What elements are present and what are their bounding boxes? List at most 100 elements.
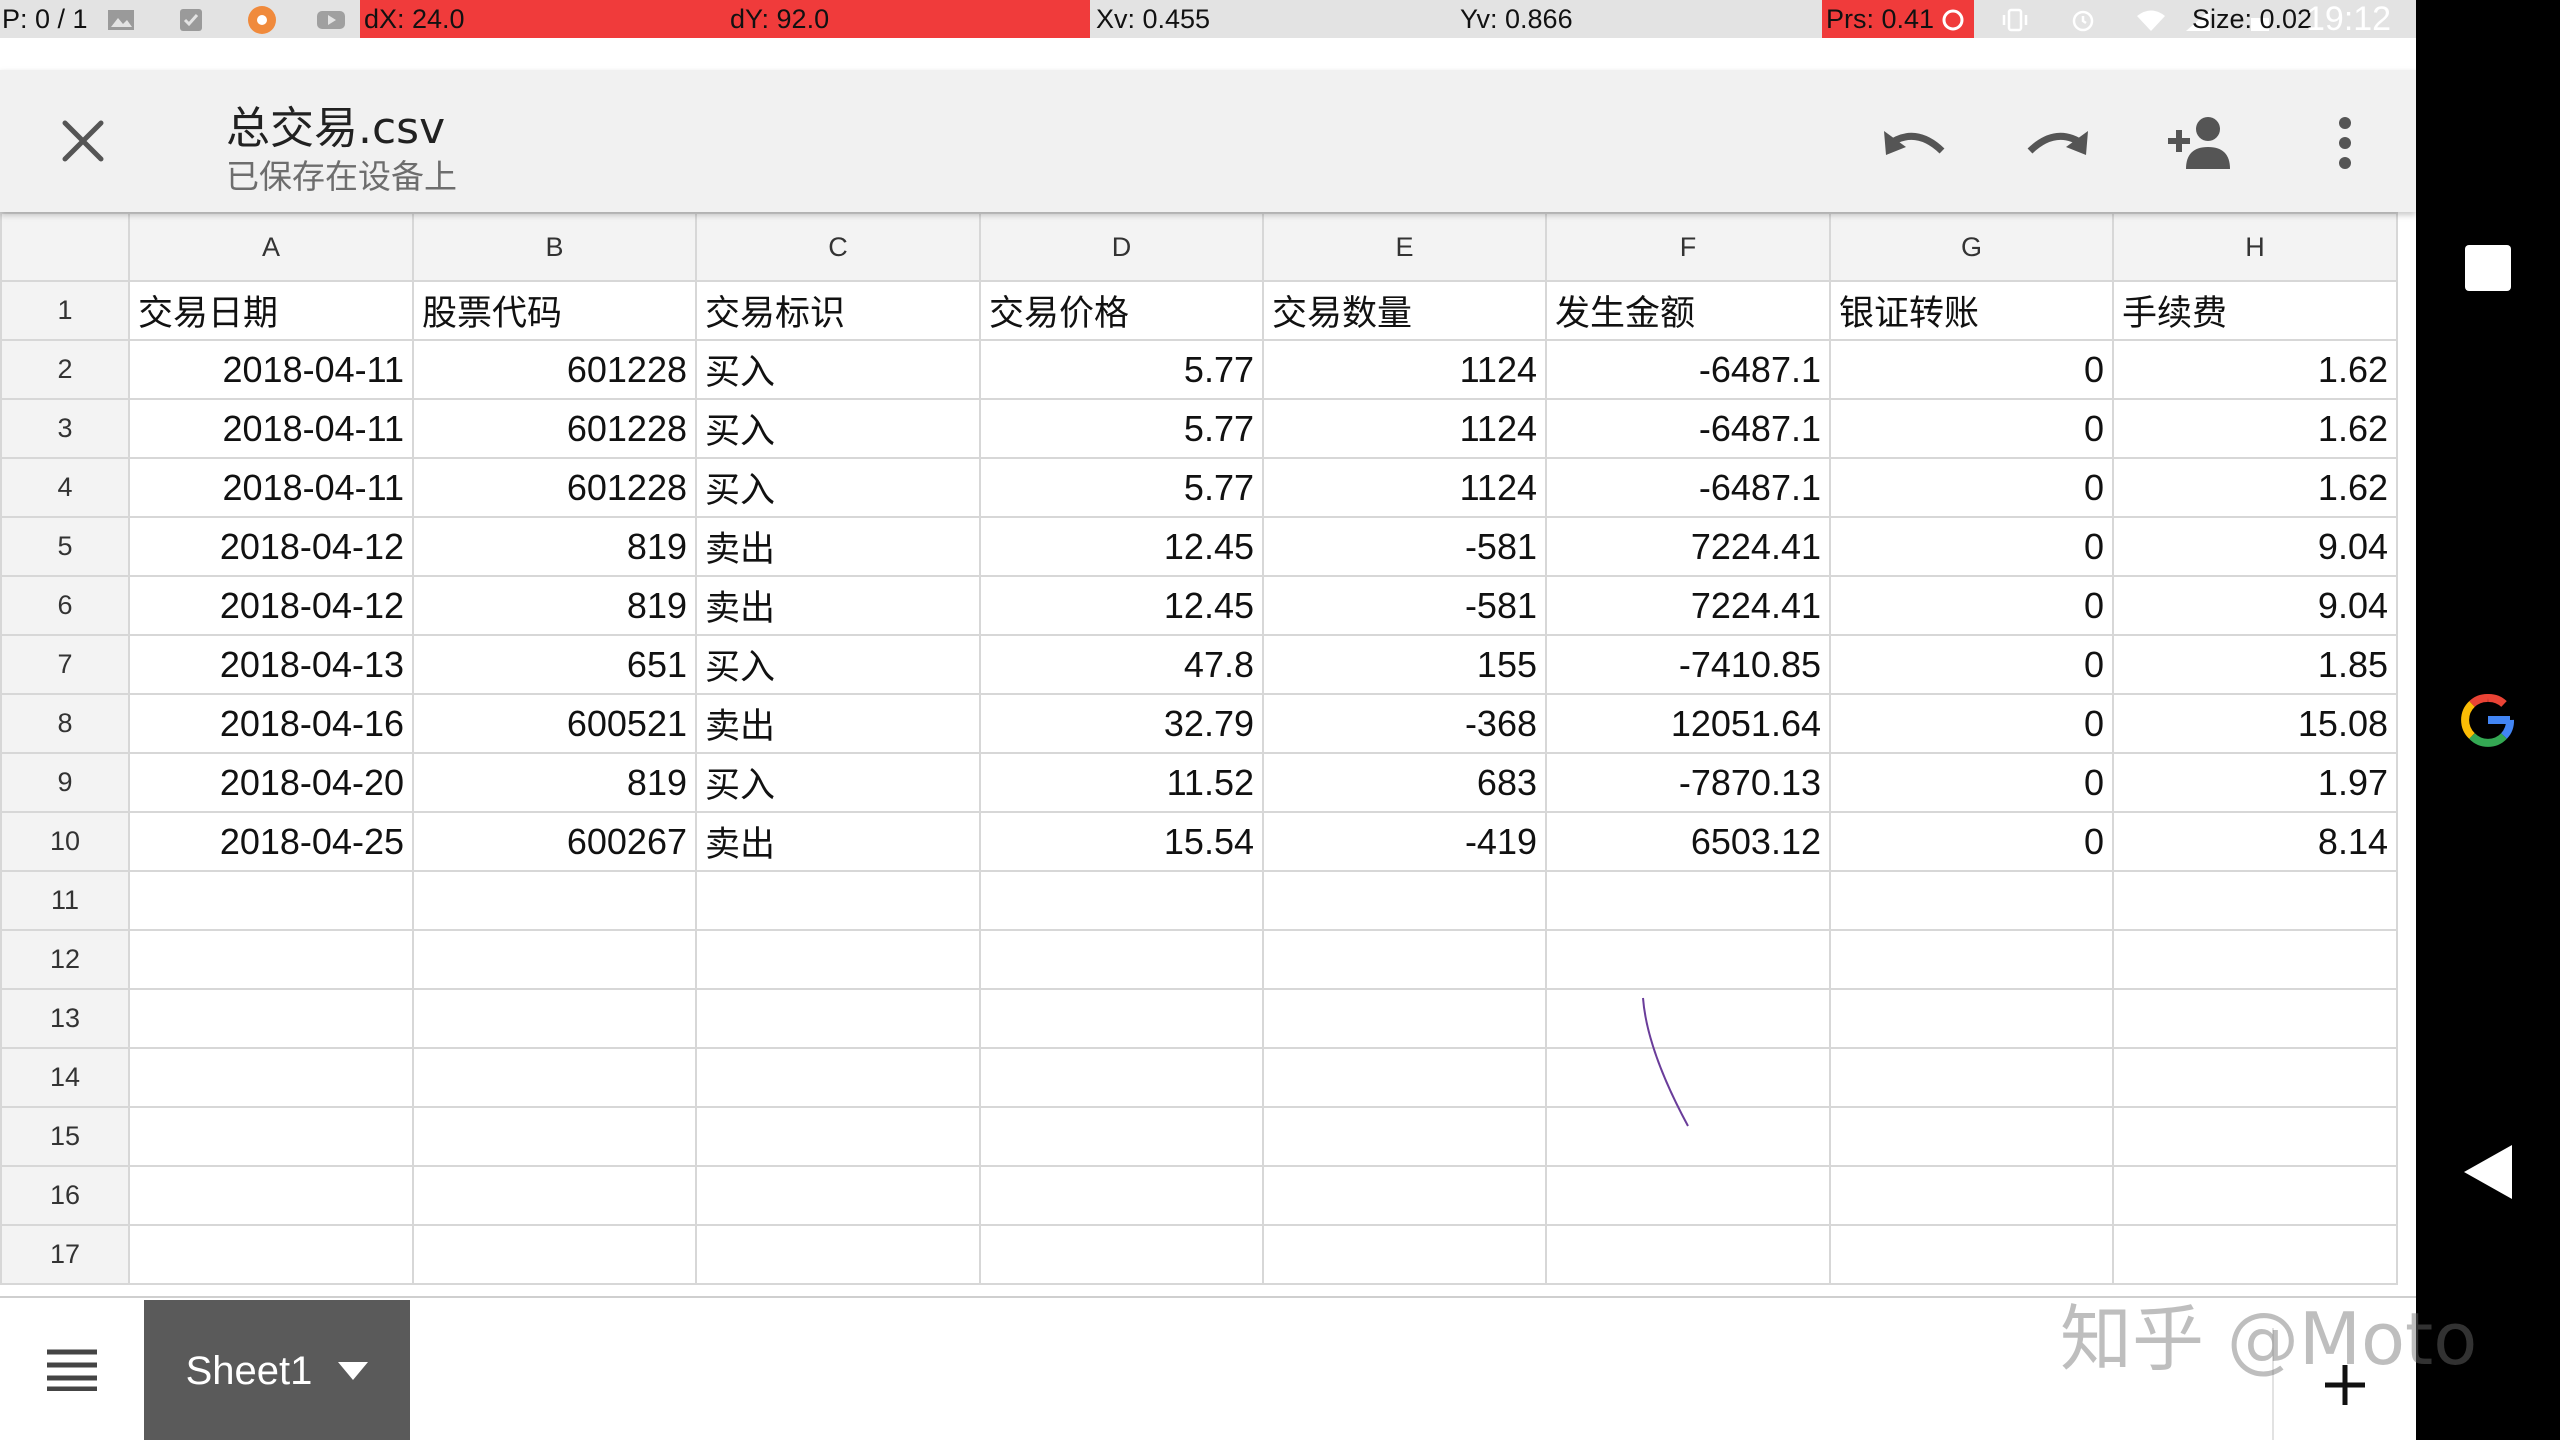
row-header[interactable]: 5	[0, 516, 130, 577]
cell[interactable]: 32.79	[979, 693, 1264, 754]
cell[interactable]: 2018-04-20	[128, 752, 414, 813]
empty-cell[interactable]	[412, 1106, 697, 1167]
sheet-tab-sheet1[interactable]: Sheet1	[144, 1300, 410, 1440]
row-header[interactable]: 4	[0, 457, 130, 518]
empty-cell[interactable]	[1262, 1165, 1547, 1226]
empty-cell[interactable]	[128, 929, 414, 990]
empty-cell[interactable]	[1829, 929, 2114, 990]
empty-cell[interactable]	[695, 1106, 981, 1167]
cell[interactable]: 卖出	[695, 811, 981, 872]
cell[interactable]: 0	[1829, 457, 2114, 518]
empty-cell[interactable]	[128, 1047, 414, 1108]
dropdown-triangle-icon[interactable]	[338, 1362, 369, 1380]
cell[interactable]: -581	[1262, 516, 1547, 577]
cell[interactable]: 1.97	[2112, 752, 2398, 813]
empty-cell[interactable]	[1545, 1106, 1831, 1167]
empty-cell[interactable]	[1829, 1165, 2114, 1226]
empty-cell[interactable]	[1262, 988, 1547, 1049]
empty-cell[interactable]	[2112, 988, 2398, 1049]
empty-cell[interactable]	[128, 870, 414, 931]
cell[interactable]: -368	[1262, 693, 1547, 754]
empty-cell[interactable]	[412, 929, 697, 990]
row-header[interactable]: 8	[0, 693, 130, 754]
empty-cell[interactable]	[979, 870, 1264, 931]
empty-cell[interactable]	[412, 1047, 697, 1108]
add-sheet-button[interactable]	[2272, 1328, 2416, 1440]
cell[interactable]: 0	[1829, 339, 2114, 400]
cell[interactable]: 601228	[412, 339, 697, 400]
cell[interactable]: -581	[1262, 575, 1547, 636]
empty-cell[interactable]	[1545, 1047, 1831, 1108]
cell[interactable]: 47.8	[979, 634, 1264, 695]
cell[interactable]: 0	[1829, 752, 2114, 813]
empty-cell[interactable]	[1829, 870, 2114, 931]
cell[interactable]: 11.52	[979, 752, 1264, 813]
cell[interactable]: 0	[1829, 516, 2114, 577]
cell[interactable]: 卖出	[695, 693, 981, 754]
redo-button[interactable]	[2014, 100, 2100, 186]
sheets-list-button[interactable]	[36, 1334, 108, 1406]
cell[interactable]: 1.62	[2112, 457, 2398, 518]
row-header[interactable]: 14	[0, 1047, 130, 1108]
empty-cell[interactable]	[412, 988, 697, 1049]
empty-cell[interactable]	[1829, 1047, 2114, 1108]
cell[interactable]: 买入	[695, 752, 981, 813]
cell[interactable]: 2018-04-11	[128, 457, 414, 518]
cell[interactable]: 0	[1829, 634, 2114, 695]
row-header[interactable]: 6	[0, 575, 130, 636]
undo-button[interactable]	[1872, 100, 1958, 186]
cell[interactable]: 651	[412, 634, 697, 695]
empty-cell[interactable]	[695, 929, 981, 990]
cell[interactable]: -419	[1262, 811, 1547, 872]
cell[interactable]: 5.77	[979, 339, 1264, 400]
cell[interactable]: 7224.41	[1545, 575, 1831, 636]
empty-cell[interactable]	[1262, 1047, 1547, 1108]
empty-cell[interactable]	[1545, 870, 1831, 931]
cell[interactable]: -7410.85	[1545, 634, 1831, 695]
empty-cell[interactable]	[1829, 1106, 2114, 1167]
cell[interactable]: 600521	[412, 693, 697, 754]
empty-cell[interactable]	[979, 1047, 1264, 1108]
empty-cell[interactable]	[695, 1047, 981, 1108]
empty-cell[interactable]	[2112, 1106, 2398, 1167]
column-header-h[interactable]: H	[2112, 212, 2398, 282]
cell[interactable]: 819	[412, 575, 697, 636]
column-header-a[interactable]: A	[128, 212, 414, 282]
empty-cell[interactable]	[695, 870, 981, 931]
row-header[interactable]: 3	[0, 398, 130, 459]
cell[interactable]: -6487.1	[1545, 339, 1831, 400]
empty-cell[interactable]	[412, 1224, 697, 1285]
cell[interactable]: 600267	[412, 811, 697, 872]
recents-button[interactable]	[2436, 216, 2540, 320]
cell[interactable]: 8.14	[2112, 811, 2398, 872]
cell[interactable]: 12.45	[979, 575, 1264, 636]
empty-cell[interactable]	[1262, 1224, 1547, 1285]
close-button[interactable]	[40, 108, 126, 174]
cell[interactable]: -6487.1	[1545, 457, 1831, 518]
cell[interactable]: 0	[1829, 811, 2114, 872]
empty-cell[interactable]	[695, 988, 981, 1049]
cell[interactable]: 601228	[412, 398, 697, 459]
cell[interactable]: 1124	[1262, 339, 1547, 400]
empty-cell[interactable]	[412, 870, 697, 931]
select-all-corner[interactable]	[0, 212, 130, 282]
cell[interactable]: 卖出	[695, 575, 981, 636]
empty-cell[interactable]	[1262, 870, 1547, 931]
empty-cell[interactable]	[1829, 1224, 2114, 1285]
empty-cell[interactable]	[1545, 1165, 1831, 1226]
cell[interactable]: 7224.41	[1545, 516, 1831, 577]
empty-cell[interactable]	[1829, 988, 2114, 1049]
empty-cell[interactable]	[2112, 929, 2398, 990]
header-cell[interactable]: 股票代码	[412, 280, 697, 341]
cell[interactable]: 2018-04-11	[128, 398, 414, 459]
empty-cell[interactable]	[128, 1224, 414, 1285]
row-header[interactable]: 12	[0, 929, 130, 990]
empty-cell[interactable]	[979, 1224, 1264, 1285]
empty-cell[interactable]	[2112, 870, 2398, 931]
cell[interactable]: 5.77	[979, 457, 1264, 518]
empty-cell[interactable]	[1262, 1106, 1547, 1167]
cell[interactable]: 6503.12	[1545, 811, 1831, 872]
google-assistant-button[interactable]	[2436, 668, 2540, 772]
cell[interactable]: 0	[1829, 398, 2114, 459]
cell[interactable]: 1.62	[2112, 398, 2398, 459]
